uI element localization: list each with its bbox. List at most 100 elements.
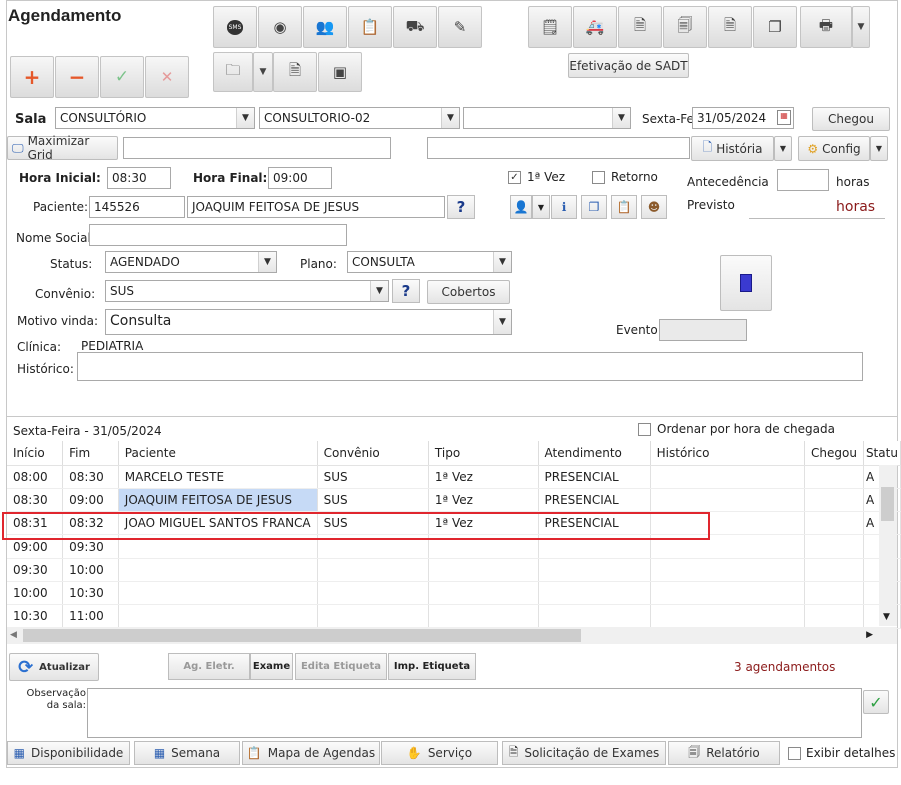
- vertical-scrollbar[interactable]: ▼: [879, 465, 897, 626]
- col-paciente[interactable]: Paciente: [118, 441, 318, 466]
- clinica-label: Clínica:: [17, 340, 61, 354]
- confirm-button[interactable]: ✓: [100, 56, 144, 98]
- relatorio-button[interactable]: 🗐 Relatório: [668, 741, 780, 765]
- table-row[interactable]: 08:00 08:30 MARCELO TESTE SUS 1ª Vez PRESENCI…: [7, 465, 901, 489]
- primeira-vez-checkbox[interactable]: ✓: [508, 171, 521, 184]
- scroll-down-icon[interactable]: ▼: [883, 612, 890, 622]
- printer-dropdown-icon[interactable]: ▼: [852, 6, 870, 48]
- search-field-1[interactable]: [123, 137, 391, 159]
- table-row[interactable]: 08:30 09:00 JOAQUIM FEITOSA DE JESUS SUS 1ª …: [7, 488, 901, 513]
- ag-eletr-button[interactable]: Ag. Eletr.: [168, 653, 250, 680]
- help-icon[interactable]: ?: [447, 195, 475, 219]
- paciente-id-field[interactable]: 145526: [89, 196, 185, 218]
- convenio-select[interactable]: SUS ▼: [105, 280, 389, 302]
- col-inicio[interactable]: Início: [7, 441, 64, 466]
- solicitacao-exames-button[interactable]: 🗎 Solicitação de Exames: [502, 741, 666, 765]
- table-row[interactable]: 09:30 10:00: [7, 558, 901, 582]
- folder-icon[interactable]: 🗀: [213, 52, 253, 92]
- info-icon[interactable]: ℹ: [551, 195, 577, 219]
- hora-final-field[interactable]: 09:00: [268, 167, 332, 189]
- edit-note-icon[interactable]: ✎: [438, 6, 482, 48]
- scroll-left-icon[interactable]: ◀: [10, 630, 17, 640]
- historico-label: Histórico:: [17, 362, 74, 376]
- scroll-right-icon[interactable]: ▶: [866, 630, 873, 640]
- horizontal-scrollbar[interactable]: ◀ ▶: [7, 627, 897, 644]
- evento-field[interactable]: [659, 319, 747, 341]
- hora-inicial-field[interactable]: 08:30: [107, 167, 171, 189]
- disponibilidade-button[interactable]: ▦ Disponibilidade: [7, 741, 130, 765]
- col-fim[interactable]: Fim: [62, 441, 119, 466]
- vertical-scroll-thumb[interactable]: [881, 487, 894, 521]
- ordenar-checkbox[interactable]: [638, 423, 651, 436]
- servico-button[interactable]: ✋ Serviço: [381, 741, 498, 765]
- person-icon[interactable]: 👤: [510, 195, 532, 219]
- add-button[interactable]: +: [10, 56, 54, 98]
- search-field-2[interactable]: [427, 137, 690, 159]
- config-button[interactable]: ⚙ Config: [798, 136, 870, 161]
- chegou-button[interactable]: Chegou: [812, 107, 890, 131]
- table-cell: [428, 604, 539, 629]
- folder-dropdown-icon[interactable]: ▼: [253, 52, 273, 92]
- printer-icon[interactable]: 🖶: [800, 6, 852, 48]
- ambulance-icon[interactable]: 🚑: [573, 6, 617, 48]
- antecedencia-field[interactable]: [777, 169, 829, 191]
- patient-photo-icon[interactable]: ☻: [641, 195, 667, 219]
- convenio-help-icon[interactable]: ?: [392, 279, 420, 303]
- table-cell: [650, 581, 806, 606]
- door-icon[interactable]: [720, 255, 772, 311]
- clipboard-icon[interactable]: 📋: [348, 6, 392, 48]
- col-status[interactable]: Statu: [863, 441, 901, 466]
- col-tipo[interactable]: Tipo: [428, 441, 539, 466]
- col-chegou[interactable]: Chegou: [804, 441, 864, 466]
- cobertos-button[interactable]: Cobertos: [427, 280, 510, 304]
- remove-button[interactable]: −: [55, 56, 99, 98]
- car-icon[interactable]: ⛟: [393, 6, 437, 48]
- report-icon[interactable]: 🗎: [708, 6, 752, 48]
- documents-icon[interactable]: 🗐: [663, 6, 707, 48]
- paciente-nome-field[interactable]: JOAQUIM FEITOSA DE JESUS: [187, 196, 445, 218]
- pdf-icon[interactable]: 🗎: [273, 52, 317, 92]
- copy-icon[interactable]: ❐: [581, 195, 607, 219]
- calendar-icon[interactable]: ▦: [777, 110, 791, 125]
- mapa-agendas-button[interactable]: 📋 Mapa de Agendas: [242, 741, 380, 765]
- cancel-button[interactable]: ✕: [145, 56, 189, 98]
- table-row[interactable]: 10:00 10:30: [7, 581, 901, 606]
- nome-social-field[interactable]: [89, 224, 347, 246]
- historia-dropdown-icon[interactable]: ▼: [774, 136, 792, 161]
- date-field[interactable]: 31/05/2024 ▦: [692, 107, 794, 129]
- paste-icon[interactable]: 📋: [611, 195, 637, 219]
- plano-select[interactable]: CONSULTA ▼: [347, 251, 512, 273]
- historia-button[interactable]: 🗋 História: [691, 136, 774, 161]
- sms-icon[interactable]: SMS: [213, 6, 257, 48]
- atualizar-button[interactable]: ⟳ Atualizar: [9, 653, 99, 681]
- consultorio-select[interactable]: CONSULTORIO-02 ▼: [259, 107, 460, 129]
- historico-field[interactable]: [77, 352, 863, 381]
- extra-select[interactable]: ▼: [463, 107, 631, 129]
- config-dropdown-icon[interactable]: ▼: [870, 136, 888, 161]
- document-stamp-icon[interactable]: 🗎: [618, 6, 662, 48]
- book-icon[interactable]: ❐: [753, 6, 797, 48]
- sticky-note-icon[interactable]: 🗒: [528, 6, 572, 48]
- save-observacao-icon[interactable]: ✓: [863, 690, 889, 714]
- maximizar-grid-button[interactable]: 🖵 Maximizar Grid: [7, 134, 118, 162]
- id-card-icon[interactable]: ▣: [318, 52, 362, 92]
- efetivacao-sadt-button[interactable]: Efetivação de SADT: [568, 53, 689, 78]
- exibir-detalhes-checkbox[interactable]: [788, 747, 801, 760]
- col-convenio[interactable]: Convênio: [317, 441, 429, 466]
- retorno-checkbox[interactable]: [592, 171, 605, 184]
- horizontal-scroll-thumb[interactable]: [23, 629, 581, 642]
- status-select[interactable]: AGENDADO ▼: [105, 251, 277, 273]
- exame-button[interactable]: Exame: [250, 653, 293, 680]
- observacao-field[interactable]: [87, 688, 862, 738]
- users-icon[interactable]: 👥: [303, 6, 347, 48]
- table-row[interactable]: 10:30 11:00: [7, 604, 901, 629]
- person-dropdown-icon[interactable]: ▼: [532, 195, 550, 219]
- semana-button[interactable]: ▦ Semana: [134, 741, 240, 765]
- webcam-icon[interactable]: ◉: [258, 6, 302, 48]
- col-historico[interactable]: Histórico: [650, 441, 806, 466]
- motivo-select[interactable]: Consulta ▼: [105, 309, 512, 335]
- edita-etiqueta-button[interactable]: Edita Etiqueta: [295, 653, 387, 680]
- col-atendimento[interactable]: Atendimento: [538, 441, 651, 466]
- sala-select[interactable]: CONSULTÓRIO ▼: [55, 107, 255, 129]
- imp-etiqueta-button[interactable]: Imp. Etiqueta: [388, 653, 476, 680]
